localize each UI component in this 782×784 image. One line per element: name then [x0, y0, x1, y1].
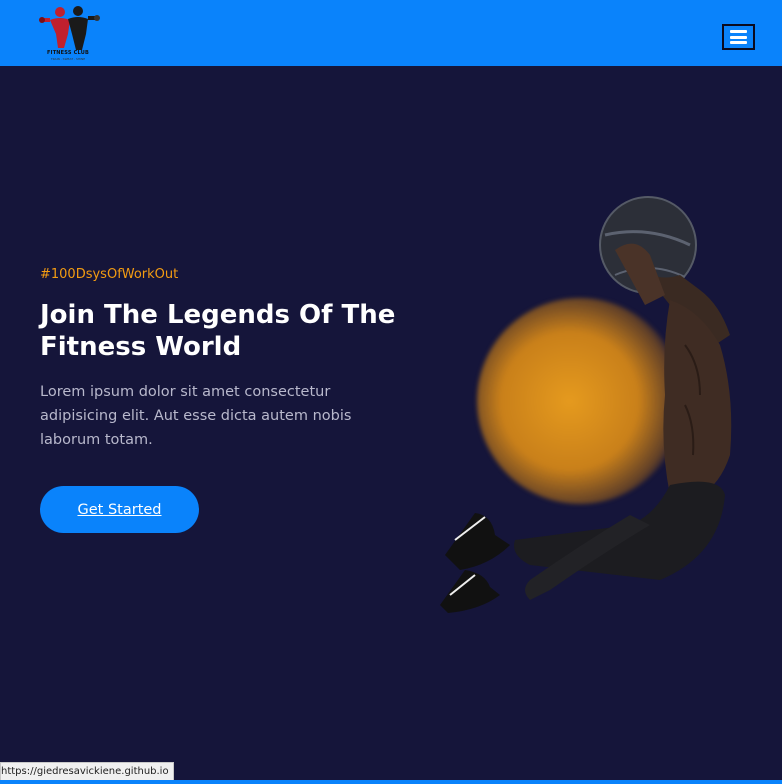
hero-description: Lorem ipsum dolor sit amet consectetur a… — [40, 384, 352, 448]
hero-hashtag: #100DsysOfWorkOut — [40, 267, 179, 282]
athlete-image — [440, 196, 732, 613]
fitness-club-logo[interactable]: FITNESS CLUB TRAIN . SWEAT . SHINE — [36, 4, 104, 62]
status-bar-url: https://giedresavickiene.github.io — [0, 762, 174, 782]
logo-text: FITNESS CLUB — [47, 50, 89, 56]
logo-subtext: TRAIN . SWEAT . SHINE — [50, 57, 86, 61]
bottom-edge-bar — [0, 780, 782, 784]
menu-toggle-button[interactable] — [722, 24, 755, 50]
get-started-button[interactable]: Get Started — [40, 486, 199, 533]
hero-title: Join The Legends Of The Fitness World — [40, 300, 396, 362]
hamburger-icon — [730, 30, 747, 44]
navbar: FITNESS CLUB TRAIN . SWEAT . SHINE — [0, 0, 782, 66]
